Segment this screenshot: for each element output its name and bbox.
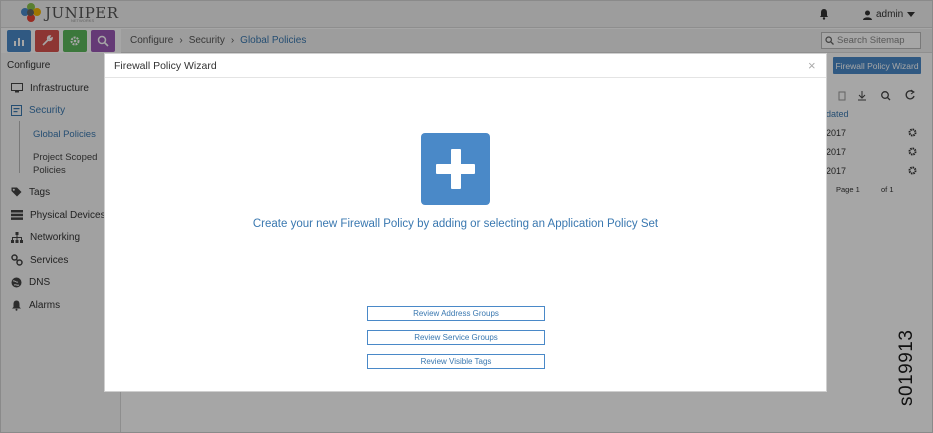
modal-title: Firewall Policy Wizard (114, 60, 217, 72)
review-address-groups-button[interactable]: Review Address Groups (367, 306, 545, 321)
figure-id-label: s019913 (896, 329, 917, 406)
close-icon[interactable]: × (808, 58, 816, 73)
add-policy-set-button[interactable] (421, 133, 490, 205)
app-window: JUNIPER NETWORKS admin Configure › Secur… (0, 0, 933, 433)
wizard-instruction-text: Create your new Firewall Policy by addin… (252, 218, 659, 230)
plus-icon-vertical (451, 149, 461, 189)
firewall-policy-wizard-modal: Firewall Policy Wizard × Create your new… (104, 53, 827, 392)
review-visible-tags-button[interactable]: Review Visible Tags (367, 354, 545, 369)
modal-header: Firewall Policy Wizard × (105, 54, 826, 78)
review-service-groups-button[interactable]: Review Service Groups (367, 330, 545, 345)
